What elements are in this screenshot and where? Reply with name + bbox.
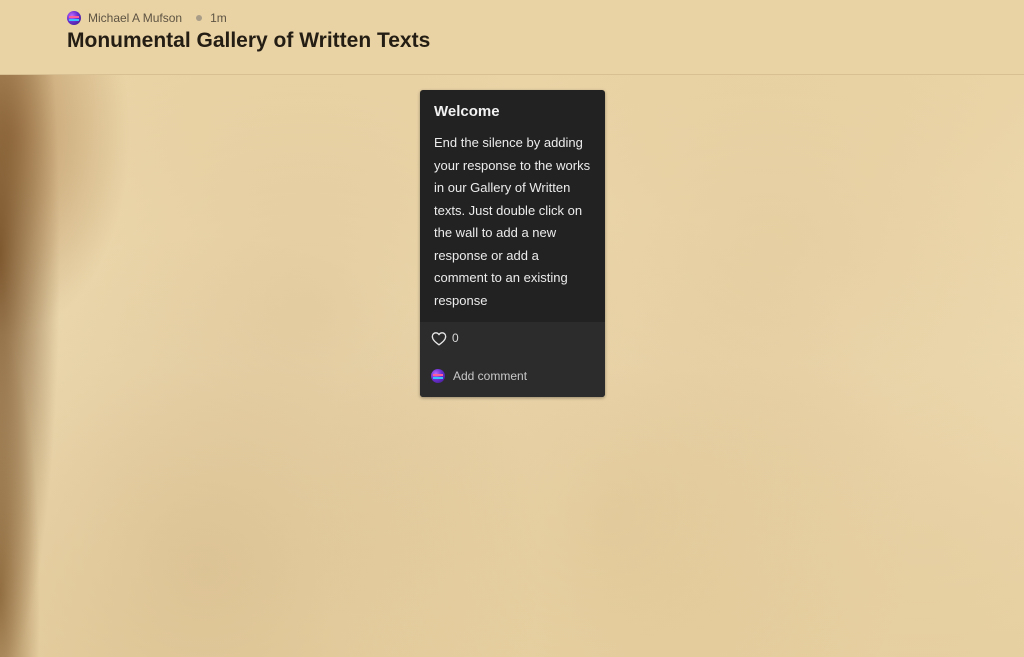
post-card[interactable]: Welcome End the silence by adding your r…	[420, 90, 605, 397]
wall-meta: Michael A Mufson 1m	[67, 10, 227, 26]
add-comment-button[interactable]: Add comment	[431, 368, 527, 384]
like-count: 0	[452, 331, 459, 345]
add-comment-label: Add comment	[453, 369, 528, 383]
like-button[interactable]: 0	[431, 330, 459, 346]
author-name[interactable]: Michael A Mufson	[88, 11, 182, 25]
commenter-avatar-icon	[431, 369, 445, 383]
post-title: Welcome	[434, 103, 500, 120]
post-footer: 0 Add comment	[420, 322, 605, 397]
separator-dot	[196, 15, 203, 21]
page-title: Monumental Gallery of Written Texts	[67, 29, 431, 52]
wall-header: Michael A Mufson 1m Monumental Gallery o…	[0, 0, 1024, 75]
post-time: 1m	[210, 11, 227, 25]
post-text: End the silence by adding your response …	[434, 135, 591, 308]
heart-icon	[431, 331, 447, 346]
post-body[interactable]: Welcome End the silence by adding your r…	[420, 90, 605, 322]
author-avatar-icon[interactable]	[67, 11, 81, 25]
